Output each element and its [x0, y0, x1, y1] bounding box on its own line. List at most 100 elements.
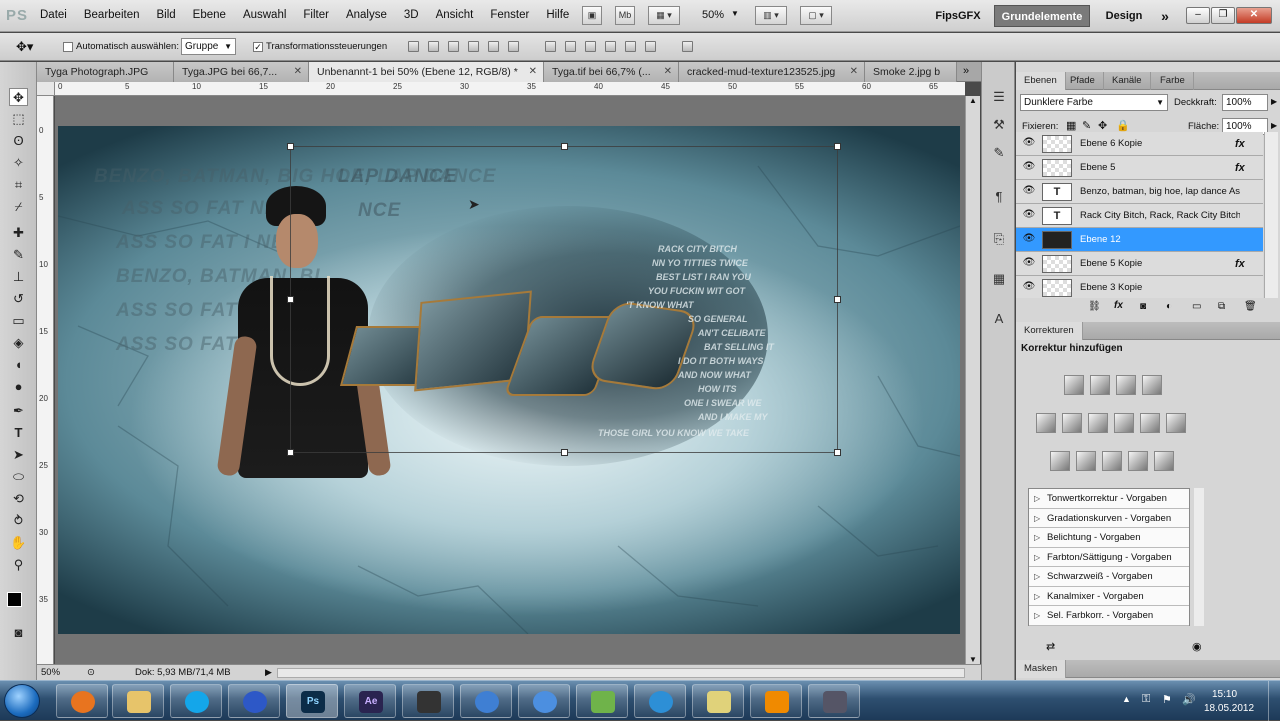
distribute-bottom-icon[interactable]: [585, 41, 596, 52]
taskbar-network[interactable]: [460, 684, 512, 718]
tab-tyga-photograph[interactable]: Tyga Photograph.JPG: [37, 62, 174, 82]
auto-align-layers-icon[interactable]: [682, 41, 693, 52]
black-white-icon[interactable]: [1114, 413, 1134, 433]
scroll-down-icon[interactable]: ▼: [969, 655, 977, 664]
zoom-select[interactable]: 50%: [702, 9, 724, 21]
menu-analyse[interactable]: Analyse: [346, 9, 387, 21]
mini-bridge-icon[interactable]: Mb: [615, 6, 635, 25]
align-left-icon[interactable]: [468, 41, 479, 52]
taskbar-vlc[interactable]: [750, 684, 802, 718]
eraser-tool-icon[interactable]: ▭: [9, 312, 28, 330]
3d-orbit-tool-icon[interactable]: ⥁: [9, 512, 28, 530]
path-selection-tool-icon[interactable]: ➤: [9, 446, 28, 464]
status-zoom[interactable]: 50%: [41, 665, 60, 680]
eye-icon[interactable]: 👁: [1022, 209, 1036, 221]
transform-handle[interactable]: [561, 449, 568, 456]
vertical-scrollbar[interactable]: ▲ ▼: [965, 96, 980, 664]
layer-row[interactable]: 👁 Ebene 5 fx: [1016, 156, 1263, 180]
lock-transparency-icon[interactable]: ▦: [1066, 119, 1076, 132]
layer-row[interactable]: 👁 Ebene 3 Kopie: [1016, 276, 1263, 298]
tray-volume-icon[interactable]: 🔊: [1182, 693, 1196, 706]
distribute-vcenter-icon[interactable]: [565, 41, 576, 52]
lock-all-icon[interactable]: 🔒: [1116, 119, 1130, 132]
opacity-input[interactable]: 100%: [1222, 94, 1268, 111]
menu-auswahl[interactable]: Auswahl: [243, 9, 286, 21]
posterize-icon[interactable]: [1076, 451, 1096, 471]
close-icon[interactable]: ✕: [1236, 7, 1272, 24]
tab-tyga-jpg[interactable]: Tyga.JPG bei 66,7... ✕: [174, 62, 309, 82]
clone-source-icon[interactable]: ⎘: [990, 230, 1008, 248]
levels-icon[interactable]: [1090, 375, 1110, 395]
taskbar-browser[interactable]: [634, 684, 686, 718]
preset-item[interactable]: Schwarzweiß - Vorgaben: [1029, 567, 1189, 587]
distribute-right-icon[interactable]: [645, 41, 656, 52]
clone-stamp-tool-icon[interactable]: ⊥: [9, 268, 28, 286]
hand-tool-icon[interactable]: ✋: [9, 534, 28, 552]
menu-ansicht[interactable]: Ansicht: [436, 9, 474, 21]
distribute-hcenter-icon[interactable]: [625, 41, 636, 52]
transform-handle[interactable]: [834, 143, 841, 150]
pen-tool-icon[interactable]: ✒: [9, 402, 28, 420]
add-mask-icon[interactable]: ◙: [1140, 301, 1146, 312]
layer-row-selected[interactable]: 👁 Ebene 12: [1016, 228, 1263, 252]
presets-scrollbar[interactable]: [1194, 488, 1204, 626]
delete-layer-icon[interactable]: 🗑: [1244, 301, 1257, 312]
transform-controls-checkbox[interactable]: ✓: [253, 42, 263, 52]
align-bottom-icon[interactable]: [448, 41, 459, 52]
taskbar-files[interactable]: [692, 684, 744, 718]
actions-panel-icon[interactable]: ⚒: [990, 116, 1008, 134]
preset-item[interactable]: Gradationskurven - Vorgaben: [1029, 509, 1189, 528]
healing-brush-tool-icon[interactable]: ✚: [9, 224, 28, 242]
vibrance-icon[interactable]: [1036, 413, 1056, 433]
eye-icon[interactable]: 👁: [1022, 281, 1036, 293]
arrange-documents-icon[interactable]: ▥ ▾: [755, 6, 787, 25]
brush-presets-icon[interactable]: ✎: [990, 144, 1008, 162]
tab-smoke-2[interactable]: Smoke 2.jpg b: [865, 62, 957, 82]
tab-cracked-mud[interactable]: cracked-mud-texture123525.jpg ✕: [679, 62, 865, 82]
canvas-area[interactable]: BENZO, BATMAN, BIG HOE, LAP DANCE ASS SO…: [55, 96, 965, 664]
curves-icon[interactable]: [1116, 375, 1136, 395]
layer-row[interactable]: 👁 T Benzo, batman, big hoe, lap dance As…: [1016, 180, 1263, 204]
taskbar-skype[interactable]: [170, 684, 222, 718]
clip-to-layer-icon[interactable]: ◉: [1192, 640, 1202, 653]
layer-fx-badge[interactable]: fx: [1235, 132, 1245, 156]
blend-mode-select[interactable]: Dunklere Farbe ▼: [1020, 94, 1168, 111]
taskbar-after-effects[interactable]: Ae: [344, 684, 396, 718]
new-group-icon[interactable]: ▭: [1192, 301, 1201, 312]
close-tab-icon[interactable]: ✕: [294, 62, 302, 82]
magic-wand-tool-icon[interactable]: ✧: [9, 154, 28, 172]
close-tab-icon[interactable]: ✕: [529, 62, 537, 82]
dodge-tool-icon[interactable]: ●: [9, 378, 28, 396]
paragraph-panel-icon[interactable]: ¶: [990, 188, 1008, 206]
auto-select-checkbox[interactable]: [63, 42, 73, 52]
layers-scrollbar[interactable]: [1264, 132, 1278, 298]
menu-bearbeiten[interactable]: Bearbeiten: [84, 9, 140, 21]
shape-tool-icon[interactable]: ⬭: [9, 468, 28, 486]
character-panel-icon[interactable]: A: [990, 310, 1008, 328]
return-to-list-icon[interactable]: ⇄: [1046, 640, 1055, 653]
taskbar-terminal[interactable]: [402, 684, 454, 718]
link-layers-icon[interactable]: ⛓: [1088, 301, 1101, 312]
start-button[interactable]: [4, 684, 40, 718]
eye-icon[interactable]: 👁: [1022, 233, 1036, 245]
chevron-down-icon[interactable]: ▼: [731, 9, 739, 18]
fill-slider-icon[interactable]: ▶: [1271, 121, 1277, 130]
exposure-icon[interactable]: [1142, 375, 1162, 395]
preset-item[interactable]: Farbton/Sättigung - Vorgaben: [1029, 548, 1189, 567]
adjustment-layer-icon[interactable]: ◐: [1166, 301, 1172, 312]
eye-icon[interactable]: 👁: [1022, 137, 1036, 149]
eye-icon[interactable]: 👁: [1022, 185, 1036, 197]
tab-farbe[interactable]: Farbe: [1152, 72, 1194, 90]
preset-item[interactable]: Kanalmixer - Vorgaben: [1029, 587, 1189, 606]
transform-handle[interactable]: [561, 143, 568, 150]
channel-mixer-icon[interactable]: [1166, 413, 1186, 433]
tab-pfade[interactable]: Pfade: [1062, 72, 1104, 90]
history-panel-icon[interactable]: ☰: [990, 88, 1008, 106]
scroll-up-icon[interactable]: ▲: [969, 96, 977, 105]
preset-item[interactable]: Tonwertkorrektur - Vorgaben: [1029, 489, 1189, 509]
swatches-panel-icon[interactable]: ▦: [990, 270, 1008, 288]
zoom-tool-icon[interactable]: ⚲: [9, 556, 28, 574]
transform-bounding-box[interactable]: [287, 143, 841, 456]
distribute-top-icon[interactable]: [545, 41, 556, 52]
tab-tyga-tif[interactable]: Tyga.tif bei 66,7% (... ✕: [544, 62, 679, 82]
